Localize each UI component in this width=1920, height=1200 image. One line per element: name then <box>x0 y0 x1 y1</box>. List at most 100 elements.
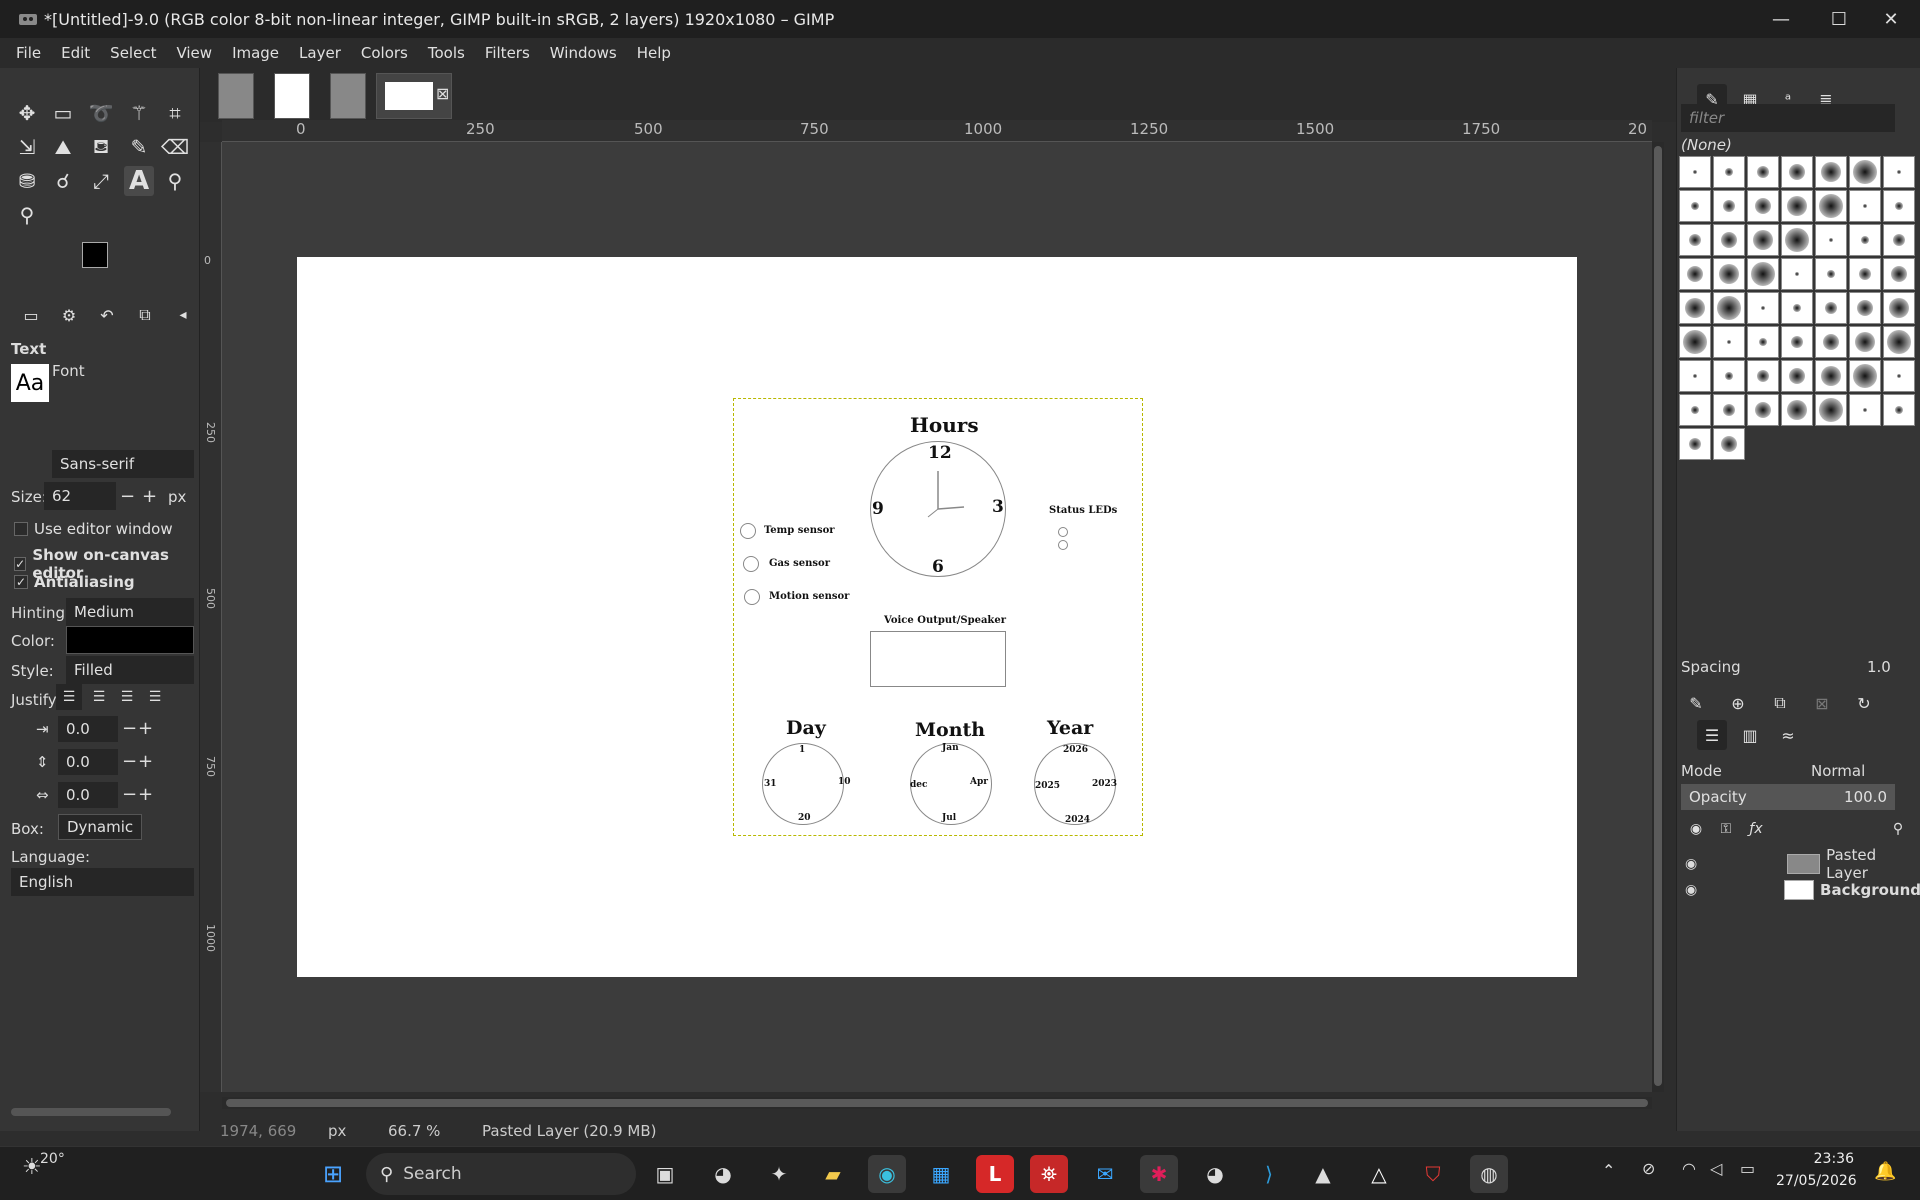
brush-swatch[interactable] <box>1883 190 1915 222</box>
brush-swatch[interactable] <box>1781 258 1813 290</box>
layer-search-icon[interactable]: ⚲ <box>1883 814 1913 844</box>
minimize-button[interactable]: — <box>1752 0 1810 38</box>
close-button[interactable]: ✕ <box>1862 0 1920 38</box>
layers-tab-icon[interactable]: ☰ <box>1697 720 1727 750</box>
gimp-taskbar-icon[interactable]: ◍ <box>1470 1155 1508 1193</box>
app-delta-icon[interactable]: △ <box>1360 1155 1398 1193</box>
slack-icon[interactable]: ✱ <box>1140 1155 1178 1193</box>
brush-swatch[interactable] <box>1883 258 1915 290</box>
network-off-icon[interactable]: ⊘ <box>1642 1159 1655 1178</box>
menu-view[interactable]: View <box>166 44 222 62</box>
zoom-select[interactable]: 66.7 % <box>388 1122 474 1140</box>
visibility-toggle-icon[interactable]: ◉ <box>1681 814 1711 844</box>
warp-tool-icon[interactable]: ⛰ <box>48 132 78 162</box>
menu-select[interactable]: Select <box>100 44 166 62</box>
justify-right-icon[interactable]: ☰ <box>86 684 112 710</box>
edit-brush-icon[interactable]: ✎ <box>1681 688 1711 718</box>
file-explorer-icon[interactable]: ▰ <box>814 1155 852 1193</box>
language-select[interactable]: English <box>11 868 194 896</box>
brush-swatch[interactable] <box>1883 292 1915 324</box>
image-tab-thumbnail[interactable] <box>218 73 254 119</box>
brush-swatch[interactable] <box>1713 394 1745 426</box>
menu-tools[interactable]: Tools <box>418 44 475 62</box>
brush-swatch[interactable] <box>1713 292 1745 324</box>
text-color-button[interactable] <box>66 626 194 654</box>
brush-swatch[interactable] <box>1679 258 1711 290</box>
justify-fill-icon[interactable]: ☰ <box>142 684 168 710</box>
move-tool-icon[interactable]: ✥ <box>12 98 42 128</box>
show-hidden-icons[interactable]: ⌃ <box>1602 1161 1615 1180</box>
brush-swatch[interactable] <box>1679 428 1711 460</box>
brush-swatch[interactable] <box>1747 394 1779 426</box>
color-picker-tool-icon[interactable]: ⚲ <box>160 166 190 196</box>
mcafee-icon[interactable]: ⛉ <box>1414 1155 1452 1193</box>
brush-swatch[interactable] <box>1679 394 1711 426</box>
size-decrease-button[interactable]: − <box>120 486 135 507</box>
app-l-icon[interactable]: L <box>976 1155 1014 1193</box>
eraser-tool-icon[interactable]: ⌫ <box>160 132 190 162</box>
brush-swatch[interactable] <box>1815 326 1847 358</box>
letter-spacing-input[interactable]: 0.0 <box>58 782 118 808</box>
brush-swatch[interactable] <box>1713 326 1745 358</box>
mode-select[interactable]: Normal <box>1811 762 1865 780</box>
brush-swatch[interactable] <box>1815 190 1847 222</box>
spacing-value[interactable]: 1.0 <box>1867 658 1891 676</box>
clock-date[interactable]: 27/05/2026 <box>1776 1173 1857 1189</box>
vertical-scrollbar[interactable] <box>1652 142 1664 1092</box>
taskbar-search-box[interactable]: ⚲ Search <box>366 1153 636 1195</box>
chrome-profile-icon[interactable]: ◕ <box>1196 1155 1234 1193</box>
brush-swatch[interactable] <box>1781 224 1813 256</box>
brush-swatch[interactable] <box>1713 258 1745 290</box>
pasted-layer-diagram[interactable]: Hours 12 3 6 9 Temp sensor Gas sensor Mo… <box>733 398 1143 836</box>
paths-tool-icon[interactable]: ⤢ <box>86 166 116 196</box>
menu-filters[interactable]: Filters <box>475 44 540 62</box>
paintbrush-tool-icon[interactable]: ✎ <box>124 132 154 162</box>
brush-swatch[interactable] <box>1713 156 1745 188</box>
brush-swatch[interactable] <box>1713 360 1745 392</box>
brush-swatch[interactable] <box>1849 156 1881 188</box>
image-tab-thumbnail[interactable] <box>330 73 366 119</box>
menu-help[interactable]: Help <box>627 44 681 62</box>
brush-swatch[interactable] <box>1815 394 1847 426</box>
indent-input[interactable]: 0.0 <box>58 716 118 742</box>
font-field[interactable]: Sans-serif <box>52 450 194 478</box>
brush-swatch[interactable] <box>1679 224 1711 256</box>
brush-swatch[interactable] <box>1747 360 1779 392</box>
style-select[interactable]: Filled <box>66 656 194 684</box>
images-tab-icon[interactable]: ⧉ <box>130 300 160 330</box>
bucket-fill-tool-icon[interactable]: ⛾ <box>86 132 116 162</box>
brush-swatch[interactable] <box>1883 326 1915 358</box>
size-unit-select[interactable]: px <box>168 488 186 506</box>
font-preview-button[interactable]: Aa <box>11 364 49 402</box>
eye-icon[interactable]: ◉ <box>1685 882 1704 898</box>
brush-swatch[interactable] <box>1781 360 1813 392</box>
brush-swatch[interactable] <box>1815 258 1847 290</box>
effects-icon[interactable]: ƒx <box>1741 814 1771 844</box>
brush-swatch[interactable] <box>1883 156 1915 188</box>
close-tab-icon[interactable]: ⊠ <box>436 84 449 103</box>
justify-center-icon[interactable]: ☰ <box>114 684 140 710</box>
brush-swatch[interactable] <box>1815 292 1847 324</box>
line-spacing-input[interactable]: 0.0 <box>58 749 118 775</box>
brush-swatch[interactable] <box>1849 360 1881 392</box>
volume-icon[interactable]: ◁ <box>1710 1159 1722 1178</box>
layer-row[interactable]: ◉ Background <box>1677 878 1920 902</box>
brush-swatch[interactable] <box>1815 224 1847 256</box>
task-view-icon[interactable]: ▣ <box>646 1155 684 1193</box>
brush-swatch[interactable] <box>1815 360 1847 392</box>
clone-tool-icon[interactable]: ⛃ <box>12 166 42 196</box>
brush-swatch[interactable] <box>1747 326 1779 358</box>
transform-tool-icon[interactable]: ⇲ <box>12 132 42 162</box>
image-tab-thumbnail[interactable] <box>274 73 310 119</box>
battery-icon[interactable]: ▭ <box>1740 1159 1755 1178</box>
brush-swatch[interactable] <box>1679 292 1711 324</box>
brush-swatch[interactable] <box>1679 156 1711 188</box>
line-spacing-decrease-button[interactable]: − <box>122 751 137 772</box>
toolbox-scrollbar[interactable] <box>11 1108 171 1116</box>
inkscape-icon[interactable]: ▲ <box>1304 1155 1342 1193</box>
box-select[interactable]: Dynamic <box>58 814 142 840</box>
crop-tool-icon[interactable]: ⌗ <box>160 98 190 128</box>
copilot-icon[interactable]: ✦ <box>760 1155 798 1193</box>
zoom-tool-icon[interactable]: ⚲ <box>12 200 42 230</box>
justify-left-icon[interactable]: ☰ <box>56 684 82 710</box>
